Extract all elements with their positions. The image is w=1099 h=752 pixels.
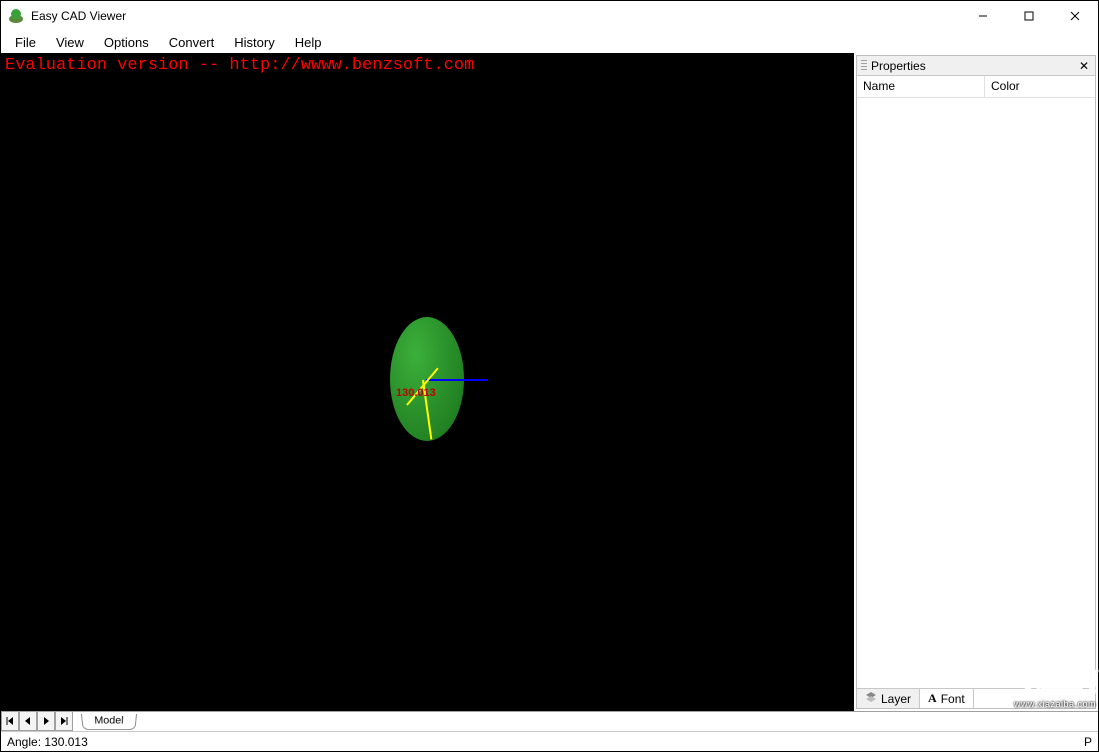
angle-value-label: 130.013 — [396, 387, 436, 399]
tab-font[interactable]: A Font — [920, 689, 974, 708]
nav-prev-button[interactable] — [19, 712, 37, 731]
menu-history[interactable]: History — [224, 33, 284, 52]
font-icon: A — [928, 691, 937, 706]
menu-convert[interactable]: Convert — [159, 33, 225, 52]
tab-layer[interactable]: Layer — [857, 689, 920, 708]
maximize-button[interactable] — [1006, 1, 1052, 31]
minimize-button[interactable] — [960, 1, 1006, 31]
layers-icon — [865, 691, 877, 706]
cad-viewport[interactable]: Evaluation version -- http://wwww.benzso… — [1, 53, 854, 711]
column-name[interactable]: Name — [857, 76, 985, 97]
menu-view[interactable]: View — [46, 33, 94, 52]
column-color[interactable]: Color — [985, 76, 1095, 97]
menubar: File View Options Convert History Help — [1, 31, 1098, 53]
grip-icon — [861, 60, 867, 72]
nav-next-button[interactable] — [37, 712, 55, 731]
properties-close-button[interactable]: ✕ — [1077, 59, 1091, 73]
axis-x — [426, 379, 488, 381]
properties-footer-tabs: Layer A Font — [857, 688, 1095, 708]
status-right: P — [1084, 735, 1092, 749]
close-button[interactable] — [1052, 1, 1098, 31]
evaluation-watermark: Evaluation version -- http://wwww.benzso… — [5, 56, 474, 75]
window-title: Easy CAD Viewer — [31, 9, 126, 23]
content-area: Evaluation version -- http://wwww.benzso… — [1, 53, 1098, 711]
bottom-bar: Model — [1, 711, 1098, 731]
properties-panel: Properties ✕ Name Color Layer A Font — [856, 55, 1096, 709]
tab-font-label: Font — [941, 692, 965, 706]
menu-file[interactable]: File — [5, 33, 46, 52]
properties-header[interactable]: Properties ✕ — [857, 56, 1095, 76]
properties-columns: Name Color — [857, 76, 1095, 98]
nav-first-button[interactable] — [1, 712, 19, 731]
layout-tab-strip: Model — [73, 712, 1098, 731]
menu-help[interactable]: Help — [285, 33, 332, 52]
titlebar: Easy CAD Viewer — [1, 1, 1098, 31]
app-icon — [7, 7, 25, 25]
status-angle: Angle: 130.013 — [7, 735, 88, 749]
properties-body — [857, 98, 1095, 688]
menu-options[interactable]: Options — [94, 33, 159, 52]
tab-layer-label: Layer — [881, 692, 911, 706]
tab-model[interactable]: Model — [81, 714, 137, 730]
statusbar: Angle: 130.013 P — [1, 731, 1098, 751]
nav-last-button[interactable] — [55, 712, 73, 731]
properties-title: Properties — [871, 59, 1077, 73]
